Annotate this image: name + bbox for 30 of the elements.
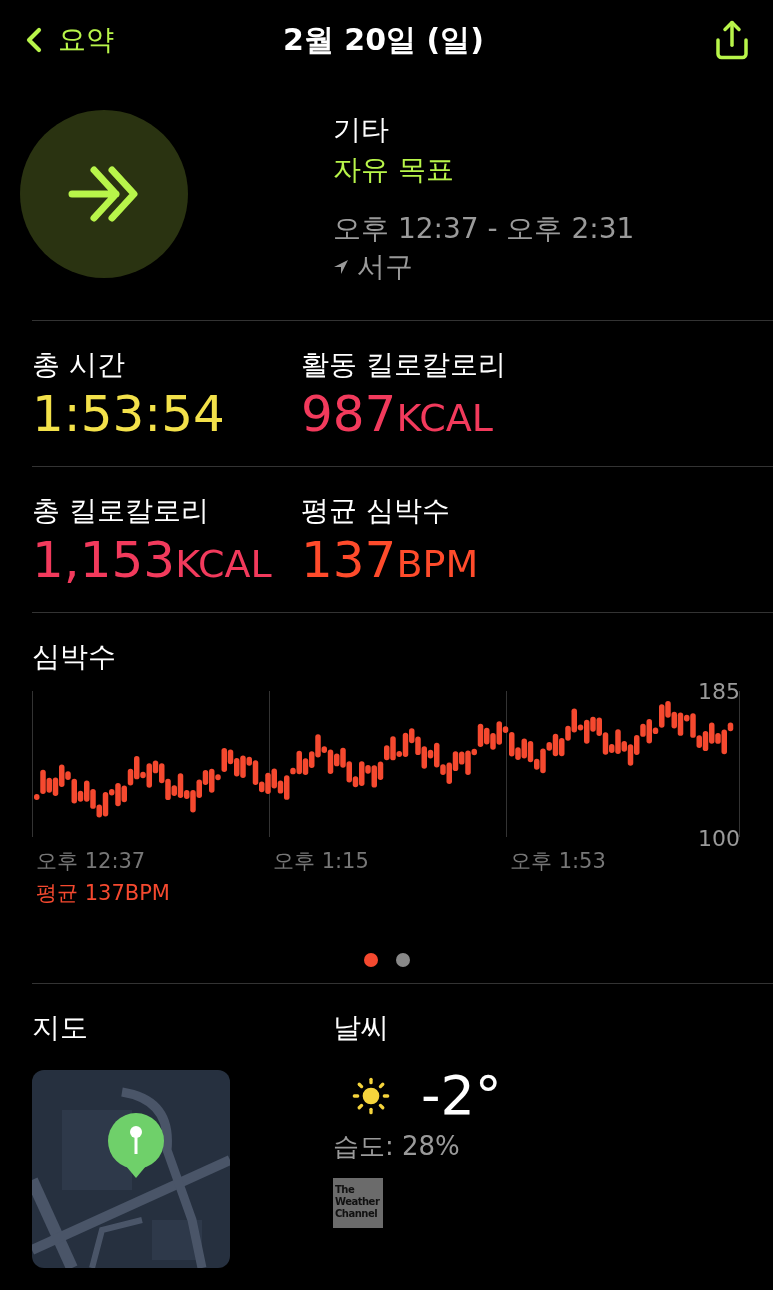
location-arrow-icon	[333, 259, 349, 275]
chart-title: 심박수	[32, 639, 117, 675]
weather-title: 날씨	[333, 1010, 390, 1046]
sun-icon	[351, 1075, 391, 1116]
time-axis-label: 오후 12:37	[35, 848, 147, 875]
stat-label: 총 킬로칼로리	[32, 493, 210, 529]
temperature: -2°	[421, 1064, 502, 1127]
stat-label: 총 시간	[32, 347, 126, 383]
screen-title: 2월 20일 (일)	[282, 20, 485, 59]
page-dot[interactable]	[363, 953, 378, 967]
axis-max-label: 185	[698, 679, 740, 704]
weather-provider-logo: The Weather Channel	[333, 1178, 383, 1228]
stat-value: 137 BPM	[301, 531, 480, 591]
time-range: 오후 12:37 - 오후 2:31	[333, 211, 635, 247]
time-axis-label: 오후 1:53	[509, 848, 607, 875]
location-text: 서구	[357, 249, 413, 285]
map-title: 지도	[32, 1010, 89, 1046]
average-heart-rate: 평균 137BPM	[35, 880, 171, 907]
stat-label: 평균 심박수	[301, 493, 451, 529]
page-dot[interactable]	[395, 953, 410, 967]
time-axis-label: 오후 1:15	[272, 848, 370, 875]
workout-goal: 자유 목표	[333, 152, 455, 188]
stat-value: 1:53:54	[32, 385, 226, 443]
back-link[interactable]: 요약	[14, 20, 214, 60]
stat-label: 활동 킬로칼로리	[301, 347, 507, 383]
workout-type: 기타	[333, 112, 390, 148]
stat-value: 1,153 KCAL	[32, 531, 273, 591]
axis-min-label: 100	[698, 826, 740, 851]
humidity: 습도: 28%	[333, 1130, 461, 1163]
stat-value: 987 KCAL	[301, 385, 494, 445]
